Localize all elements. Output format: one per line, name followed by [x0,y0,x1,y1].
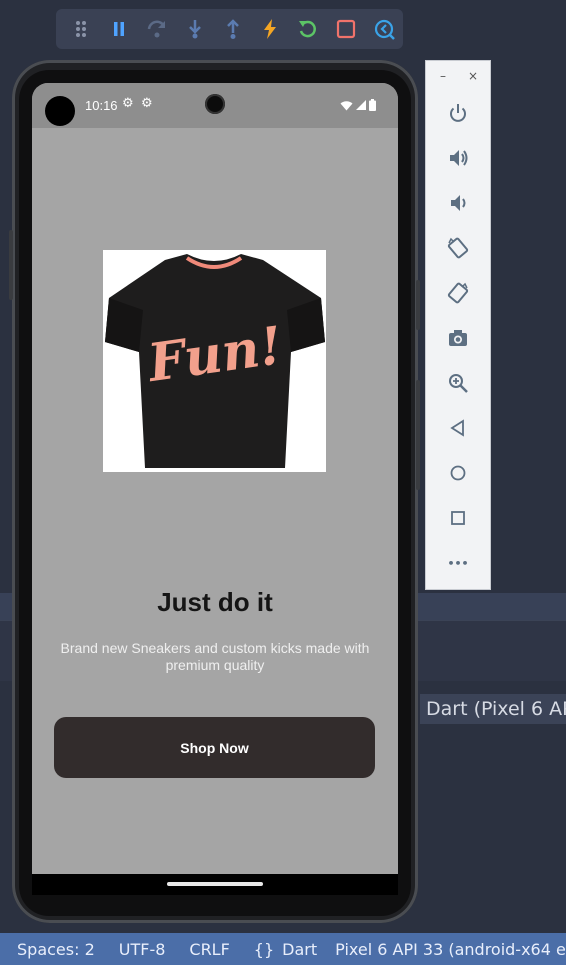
product-image: Fun! [103,250,326,472]
shop-now-label: Shop Now [180,739,249,756]
step-over-icon[interactable] [138,9,176,49]
file-encoding[interactable]: UTF-8 [119,940,166,959]
zoom-icon[interactable] [446,371,470,395]
braces-icon: {} [253,939,275,959]
drag-handle-icon[interactable] [62,9,100,49]
back-icon[interactable] [446,416,470,440]
hot-restart-icon[interactable] [289,9,327,49]
battery-icon [369,99,376,111]
app-content: Fun! Just do it Brand new Sneakers and c… [32,128,398,874]
device-side-button [9,230,13,300]
settings-notification-icon: ⚙ [122,96,134,111]
gesture-home-bar[interactable] [167,882,263,886]
pause-icon[interactable] [100,9,138,49]
step-out-icon[interactable] [214,9,252,49]
overview-icon[interactable] [446,506,470,530]
more-icon[interactable]: ••• [446,551,470,575]
devtools-icon[interactable] [365,9,403,49]
run-configuration-tab[interactable]: Dart (Pixel 6 API [420,694,566,724]
device-volume-button [416,380,420,490]
subtitle: Brand new Sneakers and custom kicks made… [60,640,370,673]
status-time: 10:16 [85,98,118,113]
close-button[interactable]: × [468,69,478,83]
android-nav-bar [32,874,398,895]
front-camera [205,94,225,114]
shop-now-button[interactable]: Shop Now [54,717,375,778]
emulator-window-controls: – × [426,69,490,83]
stop-icon[interactable] [327,9,365,49]
touch-indicator [45,96,75,126]
signal-icon [356,100,366,110]
language-label: Dart [282,939,318,959]
hot-reload-icon[interactable] [251,9,289,49]
line-endings[interactable]: CRLF [189,940,229,959]
rotate-right-icon[interactable] [446,281,470,305]
minimize-button[interactable]: – [440,69,446,83]
android-status-bar: 10:16 ⚙ ⚙ [32,83,398,128]
headline: Just do it [157,587,273,617]
target-device[interactable]: Pixel 6 API 33 (android-x64 em [335,940,566,959]
status-icons [340,99,376,111]
indent-setting[interactable]: Spaces: 2 [17,940,95,959]
debug-notification-icon: ⚙ [141,96,153,111]
home-icon[interactable] [446,461,470,485]
emulator-controls: – × ••• [425,60,491,590]
device-power-button [416,280,420,330]
volume-up-icon[interactable] [446,146,470,170]
step-into-icon[interactable] [176,9,214,49]
volume-down-icon[interactable] [446,191,470,215]
debug-toolbar [56,9,403,49]
wifi-icon [340,100,353,110]
ide-status-bar: Spaces: 2 UTF-8 CRLF {} Dart Pixel 6 API … [0,933,566,965]
camera-icon[interactable] [446,326,470,350]
rotate-left-icon[interactable] [446,236,470,260]
language-mode[interactable]: {} Dart [254,940,317,959]
power-icon[interactable] [446,101,470,125]
tshirt-illustration: Fun! [105,254,325,468]
device-screen[interactable]: 10:16 ⚙ ⚙ Fun! Just do it Brand new Snea… [32,83,398,895]
